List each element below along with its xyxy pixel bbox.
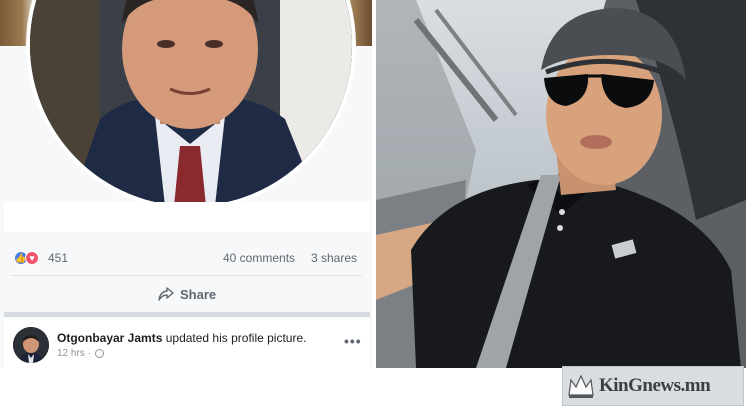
globe-icon [94,349,104,358]
post-timestamp[interactable]: 12 hrs · [57,348,91,359]
profile-picture-image [30,0,352,206]
share-button[interactable]: Share [158,285,216,303]
post-action-text: updated his profile picture. [165,331,307,345]
crown-icon [568,374,594,398]
photo-card-bottom [4,202,370,232]
reaction-count[interactable]: 451 [48,251,68,265]
watermark-text: KinGnews.mn [599,375,711,396]
avatar-image [13,327,49,363]
selfie-image [376,0,746,368]
card-separator [4,312,370,317]
divider [10,275,362,276]
shares-count-link[interactable]: 3 shares [311,251,357,265]
post-meta: 12 hrs · [57,348,104,359]
more-options-icon[interactable]: ••• [344,333,362,349]
car-selfie-photo [376,0,746,368]
facebook-post-panel: 👍 ♥ 451 40 comments 3 shares Share Otgon… [0,0,372,368]
author-avatar[interactable] [13,327,49,363]
share-arrow-icon [158,287,174,301]
post-title-line: Otgonbayar Jamts updated his profile pic… [57,331,306,345]
share-label: Share [180,286,217,302]
author-name-link[interactable]: Otgonbayar Jamts [57,331,162,345]
reaction-icons[interactable]: 👍 ♥ [14,251,44,265]
comments-count-link[interactable]: 40 comments [223,251,295,265]
profile-picture[interactable] [26,0,356,210]
heart-icon: ♥ [25,251,39,265]
kingnews-watermark: KinGnews.mn [562,366,744,406]
